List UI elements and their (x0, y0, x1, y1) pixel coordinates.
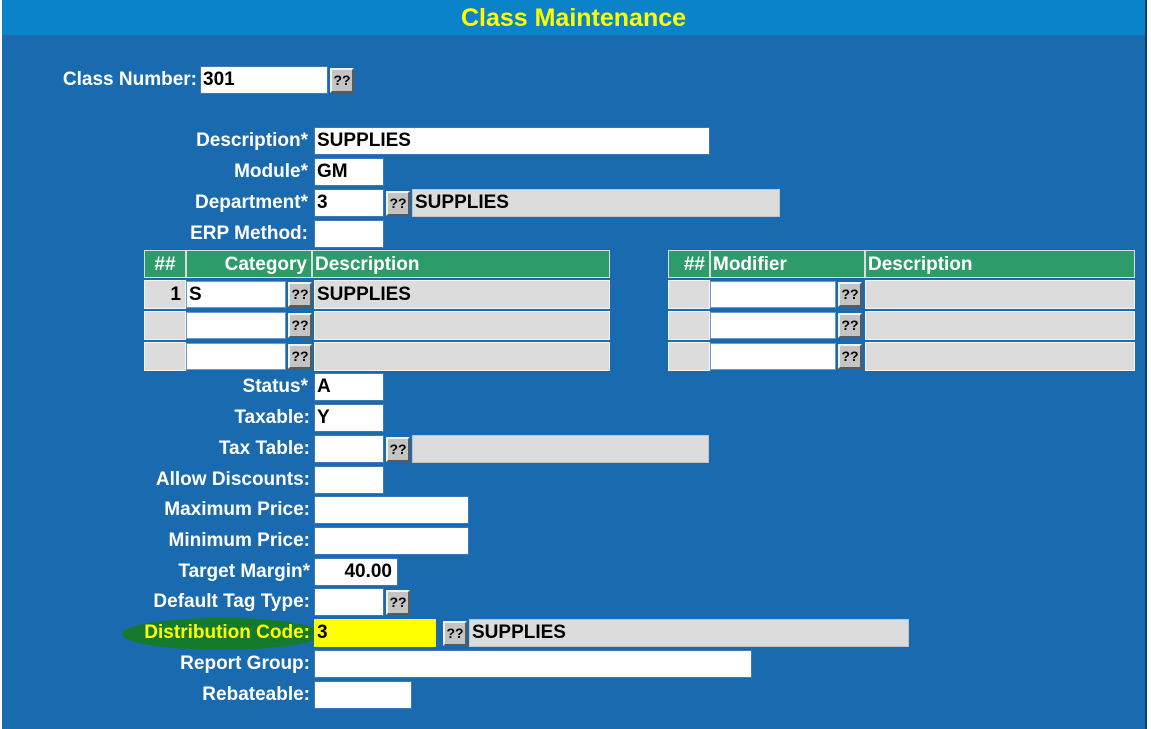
modifier-row-2-lookup-button[interactable]: ?? (838, 313, 862, 338)
category-row-2-input[interactable] (186, 312, 286, 339)
category-row-2-num (144, 311, 186, 340)
distribution-code-label: Distribution Code: (144, 622, 310, 643)
status-field[interactable]: A (314, 373, 384, 401)
department-label: Department* (195, 192, 308, 213)
modifier-row-2-num (668, 311, 710, 340)
default-tag-type-lookup-button[interactable]: ?? (386, 590, 410, 615)
category-row-3-num (144, 342, 186, 371)
modifier-row-3-input[interactable] (710, 343, 836, 370)
modifier-table-description-header: Description (865, 250, 1135, 278)
modifier-row-2-description (865, 311, 1135, 340)
modifier-row-3-num (668, 342, 710, 371)
class-number-lookup-button[interactable]: ?? (330, 68, 354, 93)
class-number-field[interactable]: 301 (200, 66, 328, 94)
allow-discounts-field[interactable] (314, 466, 384, 494)
report-group-label: Report Group: (180, 653, 310, 674)
minimum-price-label: Minimum Price: (168, 530, 310, 551)
department-description: SUPPLIES (412, 189, 780, 217)
class-number-label: Class Number: (62, 69, 197, 90)
category-row-3-input[interactable] (186, 343, 286, 370)
category-row-3-description (314, 342, 610, 371)
erp-method-label: ERP Method: (190, 223, 308, 244)
description-field[interactable]: SUPPLIES (314, 127, 710, 155)
modifier-row-1-num (668, 280, 710, 309)
modifier-row-3-lookup-button[interactable]: ?? (838, 344, 862, 369)
tax-table-label: Tax Table: (218, 438, 310, 459)
department-field[interactable]: 3 (314, 189, 384, 217)
rebateable-label: Rebateable: (202, 684, 310, 705)
category-table-description-header: Description (312, 250, 610, 278)
allow-discounts-label: Allow Discounts: (155, 469, 310, 490)
page-title: Class Maintenance (2, 0, 1145, 35)
category-table-category-header: Category (186, 250, 312, 278)
minimum-price-field[interactable] (314, 527, 469, 555)
module-field[interactable]: GM (314, 158, 384, 186)
tax-table-description (412, 435, 709, 463)
modifier-table-modifier-header: Modifier (710, 250, 865, 278)
maximum-price-label: Maximum Price: (164, 499, 310, 520)
rebateable-field[interactable] (314, 681, 412, 709)
maximum-price-field[interactable] (314, 496, 469, 524)
modifier-row-1-input[interactable] (710, 281, 836, 308)
target-margin-field[interactable]: 40.00 (314, 558, 398, 586)
category-table-num-header: ## (144, 250, 186, 278)
taxable-field[interactable]: Y (314, 404, 384, 432)
tax-table-lookup-button[interactable]: ?? (386, 437, 410, 462)
category-row-2-lookup-button[interactable]: ?? (288, 313, 312, 338)
status-label: Status* (242, 376, 308, 397)
modifier-table-num-header: ## (668, 250, 710, 278)
erp-method-field[interactable] (314, 220, 384, 248)
modifier-row-2-input[interactable] (710, 312, 836, 339)
report-group-field[interactable] (314, 650, 752, 678)
category-row-1-description: SUPPLIES (314, 280, 610, 309)
description-label: Description* (196, 130, 308, 151)
target-margin-label: Target Margin* (178, 561, 310, 582)
default-tag-type-label: Default Tag Type: (153, 591, 310, 612)
tax-table-field[interactable] (314, 435, 384, 463)
distribution-code-description: SUPPLIES (469, 619, 909, 647)
modifier-row-1-lookup-button[interactable]: ?? (838, 282, 862, 307)
modifier-row-3-description (865, 342, 1135, 371)
modifier-row-1-description (865, 280, 1135, 309)
distribution-code-lookup-button[interactable]: ?? (443, 621, 467, 646)
category-row-1-input[interactable]: S (186, 281, 286, 308)
department-lookup-button[interactable]: ?? (386, 191, 410, 216)
module-label: Module* (234, 161, 308, 182)
category-row-1-num: 1 (144, 280, 186, 309)
category-row-3-lookup-button[interactable]: ?? (288, 344, 312, 369)
distribution-code-field[interactable]: 3 (314, 619, 436, 647)
category-row-1-lookup-button[interactable]: ?? (288, 282, 312, 307)
class-maintenance-window: Class Maintenance Class Number: 301 ?? D… (2, 0, 1147, 729)
category-row-2-description (314, 311, 610, 340)
taxable-label: Taxable: (234, 407, 310, 428)
default-tag-type-field[interactable] (314, 588, 384, 616)
